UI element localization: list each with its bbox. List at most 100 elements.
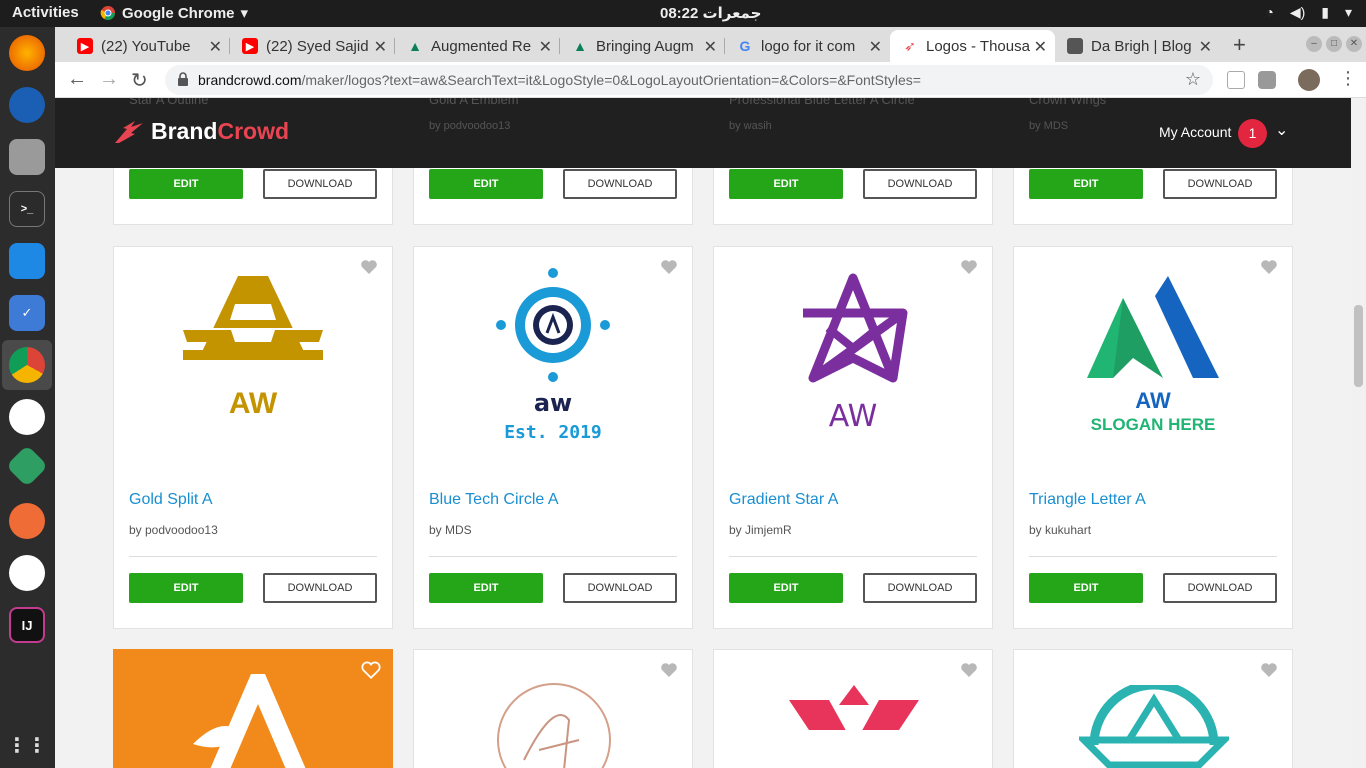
scrollbar-thumb[interactable] xyxy=(1354,305,1363,387)
tab-augmented-2[interactable]: ▲ Bringing Augm ✕ xyxy=(560,30,725,62)
slack-icon[interactable] xyxy=(9,399,45,435)
heart-icon[interactable] xyxy=(1260,662,1278,678)
download-button[interactable]: DOWNLOAD xyxy=(563,573,677,603)
gitkraken-icon[interactable] xyxy=(5,444,49,488)
minimize-icon[interactable]: – xyxy=(1306,36,1322,52)
vscode-icon[interactable] xyxy=(9,243,45,279)
logo-card[interactable] xyxy=(713,649,993,768)
app-menu[interactable]: Google Chrome ▾ xyxy=(100,4,248,22)
logo-card[interactable]: aw Est. 2019 Blue Tech Circle A by MDS E… xyxy=(413,246,693,629)
tab-brandcrowd[interactable]: ➶ Logos - Thousa ✕ xyxy=(890,30,1055,62)
close-icon[interactable]: ✕ xyxy=(704,37,717,57)
close-icon[interactable]: ✕ xyxy=(209,37,222,57)
forward-button[interactable]: → xyxy=(99,68,119,91)
reload-button[interactable]: ↻ xyxy=(131,68,148,93)
system-tray[interactable]: ◔ ◀) ▮ ▾ xyxy=(1265,4,1352,21)
url-path: /maker/logos?text=aw&SearchText=it&LogoS… xyxy=(301,72,921,88)
logo-card[interactable]: AW Gradient Star A by JimjemR EDIT DOWNL… xyxy=(713,246,993,629)
logo-card[interactable] xyxy=(413,649,693,768)
tab-augmented-1[interactable]: ▲ Augmented Re ✕ xyxy=(395,30,560,62)
maximize-icon[interactable]: □ xyxy=(1326,36,1342,52)
chrome-icon[interactable] xyxy=(9,347,45,383)
intellij-icon[interactable]: IJ xyxy=(9,607,45,643)
thunderbird-icon[interactable] xyxy=(9,87,45,123)
logo-card[interactable]: AW SLOGAN HERE Triangle Letter A by kuku… xyxy=(1013,246,1293,629)
avatar[interactable] xyxy=(1298,69,1320,91)
close-icon[interactable]: ✕ xyxy=(869,37,882,57)
download-button[interactable]: DOWNLOAD xyxy=(563,169,677,199)
logo-author[interactable]: by JimjemR xyxy=(729,523,792,537)
logo-preview[interactable]: AW SLOGAN HERE xyxy=(1014,247,1292,469)
screenshot-extension-icon[interactable] xyxy=(1258,71,1276,89)
extension-icon[interactable] xyxy=(1227,71,1245,89)
logo-preview[interactable]: AW xyxy=(114,247,392,469)
page-scrollbar[interactable] xyxy=(1351,98,1366,768)
edit-button[interactable]: EDIT xyxy=(1029,169,1143,199)
edit-button[interactable]: EDIT xyxy=(729,573,843,603)
heart-icon[interactable] xyxy=(660,259,678,275)
terminal-icon[interactable]: >_ xyxy=(9,191,45,227)
logo-card[interactable] xyxy=(1013,649,1293,768)
mongodb-icon[interactable] xyxy=(9,555,45,591)
tab-blog[interactable]: Da Brigh | Blog ✕ xyxy=(1055,30,1220,62)
ghost-author: by MDS xyxy=(1029,120,1069,132)
heart-icon[interactable] xyxy=(660,662,678,678)
logo-card[interactable]: AW Gold Split A by podvoodoo13 EDIT DOWN… xyxy=(113,246,393,629)
logo-name-link[interactable]: Gradient Star A xyxy=(729,491,838,509)
edit-button[interactable]: EDIT xyxy=(129,573,243,603)
chevron-down-icon[interactable]: ⌄ xyxy=(1275,120,1288,140)
tab-youtube-1[interactable]: ▶ (22) YouTube ✕ xyxy=(65,30,230,62)
download-button[interactable]: DOWNLOAD xyxy=(263,573,377,603)
logo-name-link[interactable]: Blue Tech Circle A xyxy=(429,491,559,509)
edit-button[interactable]: EDIT xyxy=(729,169,843,199)
close-icon[interactable]: ✕ xyxy=(1199,37,1212,57)
download-button[interactable]: DOWNLOAD xyxy=(263,169,377,199)
logo-author[interactable]: by MDS xyxy=(429,523,472,537)
download-button[interactable]: DOWNLOAD xyxy=(863,169,977,199)
files-icon[interactable] xyxy=(9,139,45,175)
brandcrowd-logo[interactable]: Brand Crowd xyxy=(113,118,289,145)
edit-button[interactable]: EDIT xyxy=(1029,573,1143,603)
my-account-link[interactable]: My Account xyxy=(1159,124,1231,140)
download-button[interactable]: DOWNLOAD xyxy=(1163,573,1277,603)
edit-button[interactable]: EDIT xyxy=(429,169,543,199)
bookmark-star-icon[interactable]: ☆ xyxy=(1185,69,1201,90)
logo-name-link[interactable]: Triangle Letter A xyxy=(1029,491,1146,509)
logo-card[interactable] xyxy=(113,649,393,768)
download-button[interactable]: DOWNLOAD xyxy=(863,573,977,603)
heart-icon[interactable] xyxy=(960,662,978,678)
logo-name-link[interactable]: Gold Split A xyxy=(129,491,213,509)
close-icon[interactable]: ✕ xyxy=(539,37,552,57)
heart-icon[interactable] xyxy=(960,259,978,275)
show-apps-icon[interactable]: ⋮⋮ xyxy=(7,727,47,763)
clock[interactable]: جمعرات 08:22 xyxy=(660,4,761,22)
address-bar[interactable]: brandcrowd.com/maker/logos?text=aw&Searc… xyxy=(165,65,1213,95)
notification-badge[interactable]: 1 xyxy=(1238,119,1267,148)
logo-author[interactable]: by kukuhart xyxy=(1029,523,1091,537)
tab-google[interactable]: G logo for it com ✕ xyxy=(725,30,890,62)
logo-preview[interactable]: aw Est. 2019 xyxy=(414,247,692,469)
gold-split-a-logo: AW xyxy=(183,276,323,420)
heart-icon[interactable] xyxy=(361,661,381,679)
heart-icon[interactable] xyxy=(360,259,378,275)
logo-text: AW xyxy=(829,399,878,434)
close-window-icon[interactable]: ✕ xyxy=(1346,36,1362,52)
heart-icon[interactable] xyxy=(1260,259,1278,275)
postman-icon[interactable] xyxy=(9,503,45,539)
firefox-icon[interactable] xyxy=(9,35,45,71)
close-icon[interactable]: ✕ xyxy=(1034,37,1047,57)
logo-author[interactable]: by podvoodoo13 xyxy=(129,523,218,537)
edit-button[interactable]: EDIT xyxy=(129,169,243,199)
leaf-a-logo xyxy=(193,674,306,768)
download-button[interactable]: DOWNLOAD xyxy=(1163,169,1277,199)
new-tab-button[interactable]: + xyxy=(1233,32,1246,58)
edit-button[interactable]: EDIT xyxy=(429,573,543,603)
logo-preview[interactable]: AW xyxy=(714,247,992,469)
back-button[interactable]: ← xyxy=(67,68,87,91)
menu-kebab-icon[interactable]: ⋮ xyxy=(1339,68,1357,89)
tasks-icon[interactable]: ✓ xyxy=(9,295,45,331)
tab-youtube-2[interactable]: ▶ (22) Syed Sajid ✕ xyxy=(230,30,395,62)
activities-button[interactable]: Activities xyxy=(12,4,79,21)
close-icon[interactable]: ✕ xyxy=(374,37,387,57)
augment-icon: ▲ xyxy=(573,38,587,54)
